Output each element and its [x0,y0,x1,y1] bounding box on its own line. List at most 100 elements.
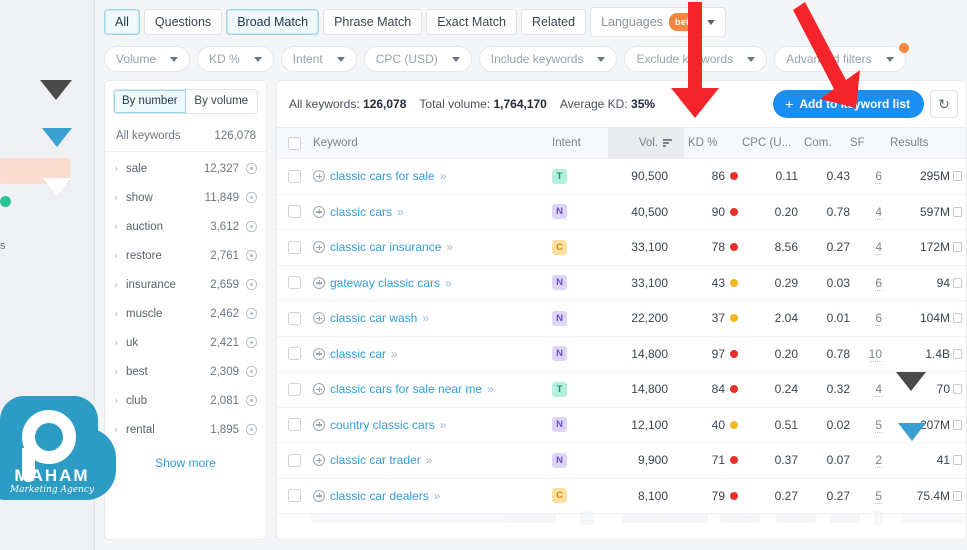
row-checkbox[interactable] [287,453,301,467]
row-checkbox[interactable] [287,382,301,396]
table-row[interactable]: classic cars for sale near me » T 14,800… [277,372,966,408]
keyword-link[interactable]: classic cars [330,205,392,219]
copy-icon[interactable] [953,277,962,288]
toggle-by-volume[interactable]: By volume [186,90,258,113]
select-all-checkbox[interactable] [287,136,301,150]
table-row[interactable]: country classic cars » N 12,100 40 0.51 … [277,408,966,443]
add-keyword-icon[interactable] [313,489,325,502]
tab-questions[interactable]: Questions [143,9,223,35]
column-header-volume[interactable]: Vol. [608,127,684,159]
tab-all[interactable]: All [104,9,140,35]
sidebar-item-show[interactable]: › show 11,849 [105,183,266,212]
tab-related[interactable]: Related [520,9,587,35]
eye-icon[interactable] [246,366,257,377]
expand-arrows-icon[interactable]: » [446,240,453,254]
sf-value[interactable]: 6 [875,311,882,327]
sidebar-item-insurance[interactable]: › insurance 2,659 [105,270,266,299]
expand-arrows-icon[interactable]: » [391,347,398,361]
keyword-link[interactable]: country classic cars [330,418,435,432]
tab-phrase-match[interactable]: Phrase Match [323,9,423,35]
sf-value[interactable]: 2 [875,453,882,469]
add-keyword-icon[interactable] [313,276,325,289]
sf-value[interactable]: 10 [868,346,882,362]
tab-exact-match[interactable]: Exact Match [426,9,517,35]
expand-arrows-icon[interactable]: » [426,453,433,467]
row-checkbox[interactable] [287,311,301,325]
sf-value[interactable]: 4 [875,204,882,220]
show-more-link[interactable]: Show more [105,444,266,470]
sidebar-item-sale[interactable]: › sale 12,327 [105,154,266,183]
intent-badge[interactable]: T [552,381,567,397]
add-keyword-icon[interactable] [313,383,325,396]
keyword-link[interactable]: classic car trader [330,453,421,467]
copy-icon[interactable] [953,490,962,501]
expand-arrows-icon[interactable]: » [487,382,494,396]
column-header-cpc[interactable]: CPC (U... [742,137,804,149]
toggle-by-number[interactable]: By number [114,90,186,113]
copy-icon[interactable] [953,171,962,182]
intent-badge[interactable]: T [552,168,567,184]
copy-icon[interactable] [953,313,962,324]
table-row[interactable]: classic car insurance » C 33,100 78 8.56… [277,230,966,266]
eye-icon[interactable] [246,250,257,261]
copy-icon[interactable] [953,242,962,253]
sidebar-item-best[interactable]: › best 2,309 [105,357,266,386]
sidebar-item-restore[interactable]: › restore 2,761 [105,241,266,270]
keyword-link[interactable]: classic cars for sale [330,169,435,183]
keyword-link[interactable]: classic cars for sale near me [330,382,482,396]
add-keyword-icon[interactable] [313,241,325,254]
intent-badge[interactable]: N [552,310,567,326]
filter-volume[interactable]: Volume [104,46,191,72]
eye-icon[interactable] [246,163,257,174]
row-checkbox[interactable] [287,347,301,361]
add-keyword-icon[interactable] [313,170,325,183]
filter-intent[interactable]: Intent [280,46,357,72]
row-checkbox[interactable] [287,169,301,183]
eye-icon[interactable] [246,337,257,348]
copy-icon[interactable] [953,455,962,466]
table-row[interactable]: classic cars » N 40,500 90 0.20 0.78 4 5… [277,195,966,230]
expand-arrows-icon[interactable]: » [440,418,447,432]
expand-arrows-icon[interactable]: » [440,169,447,183]
expand-arrows-icon[interactable]: » [445,276,452,290]
add-keyword-icon[interactable] [313,312,325,325]
intent-badge[interactable]: N [552,275,567,291]
copy-icon[interactable] [953,419,962,430]
filter-cpc[interactable]: CPC (USD) [363,46,472,72]
table-row[interactable]: classic car trader » N 9,900 71 0.37 0.0… [277,443,966,479]
column-header-intent[interactable]: Intent [552,137,608,149]
table-row[interactable]: classic cars for sale » T 90,500 86 0.11… [277,159,966,195]
column-header-com[interactable]: Com. [804,137,850,149]
sf-value[interactable]: 6 [875,169,882,185]
sidebar-total-row[interactable]: All keywords 126,078 [105,121,266,152]
filter-include-keywords[interactable]: Include keywords [478,46,618,72]
eye-icon[interactable] [246,221,257,232]
sidebar-item-uk[interactable]: › uk 2,421 [105,328,266,357]
table-row[interactable]: classic car » N 14,800 97 0.20 0.78 10 1… [277,337,966,372]
add-keyword-icon[interactable] [313,454,325,467]
sidebar-item-muscle[interactable]: › muscle 2,462 [105,299,266,328]
table-row[interactable]: classic car wash » N 22,200 37 2.04 0.01… [277,301,966,337]
column-header-keyword[interactable]: Keyword [311,137,552,149]
sidebar-item-club[interactable]: › club 2,081 [105,386,266,415]
column-header-kd[interactable]: KD % [684,137,742,149]
keyword-link[interactable]: classic car [330,347,386,361]
sf-value[interactable]: 6 [875,275,882,291]
add-keyword-icon[interactable] [313,205,325,218]
keyword-link[interactable]: classic car insurance [330,240,441,254]
sf-value[interactable]: 4 [875,240,882,256]
sf-value[interactable]: 4 [875,382,882,398]
sidebar-item-rental[interactable]: › rental 1,895 [105,415,266,444]
row-checkbox[interactable] [287,418,301,432]
eye-icon[interactable] [246,395,257,406]
copy-icon[interactable] [953,384,962,395]
copy-icon[interactable] [953,206,962,217]
add-keyword-icon[interactable] [313,347,325,360]
eye-icon[interactable] [246,308,257,319]
eye-icon[interactable] [246,279,257,290]
expand-arrows-icon[interactable]: » [422,311,429,325]
row-checkbox[interactable] [287,240,301,254]
intent-badge[interactable]: N [552,204,567,220]
intent-badge[interactable]: N [552,417,567,433]
refresh-button[interactable]: ↻ [930,90,958,118]
